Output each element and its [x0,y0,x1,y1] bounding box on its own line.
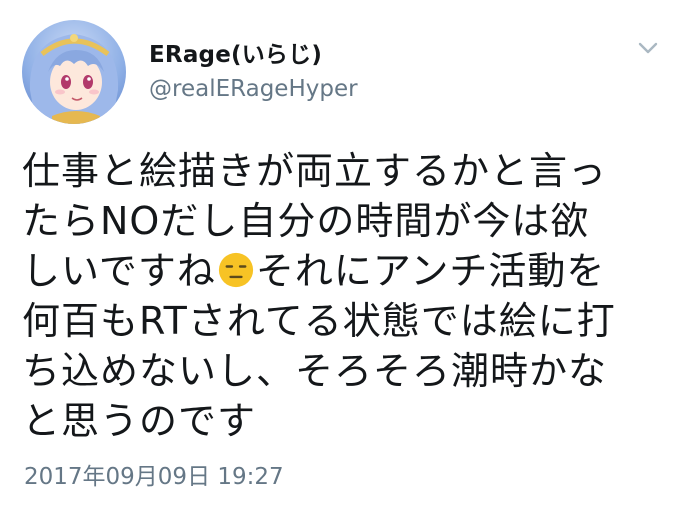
tweet-text-line: たらNOだし自分の時間が今は欲 [22,199,590,243]
expressionless-face-icon [218,252,253,288]
tweet-menu-button[interactable] [634,36,662,60]
tweet-text-line: 仕事と絵描きが両立するかと言っ [22,149,608,193]
tweet-timestamp[interactable]: 2017年09月09日 19:27 [24,457,284,491]
avatar[interactable] [22,20,126,124]
tweet-text-line: と思うのです [22,399,257,443]
tweet-text-segment: それにアンチ活動を [255,249,606,293]
tweet-text: 仕事と絵描きが両立するかと言っ たらNOだし自分の時間が今は欲 しいですね それ… [22,146,672,446]
tweet-text-line: 何百もRTされてる状態では絵に打 [22,299,616,343]
tweet-text-line: ち込めないし、そろそろ潮時かな [22,349,608,393]
author-display-name[interactable]: ERage(いらじ) [149,35,322,69]
avatar-image [29,34,119,124]
author-handle[interactable]: @realERageHyper [149,76,358,102]
chevron-down-icon [638,42,658,54]
tweet-text-segment: しいですね [22,249,216,293]
tweet-text-line: しいですね それにアンチ活動を [22,246,672,296]
